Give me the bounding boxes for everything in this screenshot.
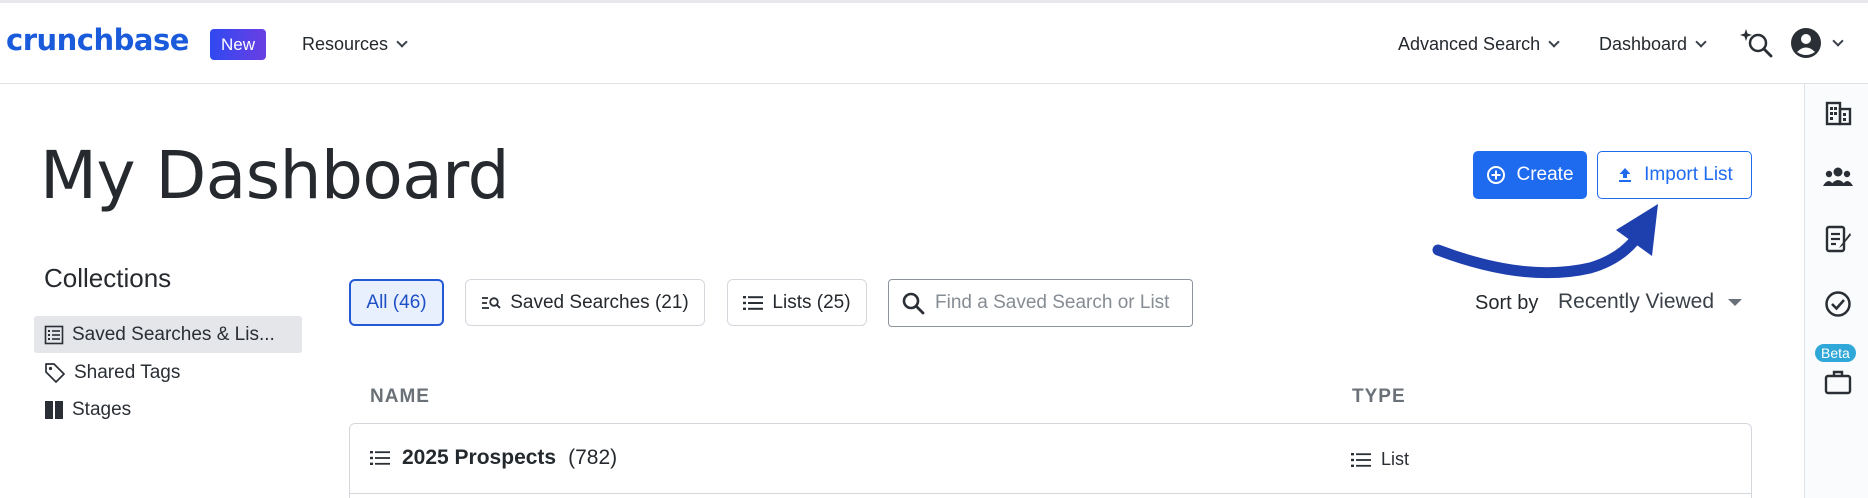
search-icon — [902, 292, 925, 315]
row-name[interactable]: 2025 Prospects — [402, 446, 556, 470]
account-icon — [1791, 28, 1821, 58]
sort-dropdown[interactable]: Recently Viewed — [1558, 290, 1743, 314]
top-nav: crunchbase New Resources Advanced Search… — [0, 0, 1868, 84]
column-header-type[interactable]: TYPE — [1352, 386, 1406, 408]
chevron-down-icon — [1832, 34, 1844, 47]
row-type: List — [1381, 449, 1410, 469]
right-rail: Beta — [1804, 84, 1868, 498]
caret-down-icon — [1728, 298, 1743, 306]
collections-title: Collections — [44, 263, 172, 293]
chevron-down-icon — [396, 36, 408, 48]
tag-icon — [45, 362, 65, 383]
row-count: (782) — [568, 446, 618, 469]
new-badge[interactable]: New — [210, 29, 267, 60]
dashboard-label: Dashboard — [1599, 34, 1688, 54]
upload-icon — [1619, 168, 1632, 182]
notes-icon[interactable] — [1823, 224, 1853, 254]
advanced-search-menu[interactable]: Advanced Search — [1398, 34, 1560, 55]
table-row[interactable]: 2025 Prospects (782) List — [350, 424, 1751, 494]
search-input[interactable] — [935, 292, 1175, 314]
list-icon — [370, 451, 390, 465]
briefcase-icon[interactable] — [1823, 367, 1853, 397]
people-icon[interactable] — [1823, 162, 1853, 192]
collection-shared-tags[interactable]: Shared Tags — [34, 354, 302, 391]
row-type-cell: List — [1351, 449, 1409, 470]
filter-lists[interactable]: Lists (25) — [727, 279, 867, 326]
add-circle-icon — [1487, 166, 1506, 184]
create-label: Create — [1516, 164, 1574, 185]
filter-all-label: All (46) — [366, 291, 427, 313]
beta-badge: Beta — [1815, 344, 1856, 362]
filter-lists-label: Lists (25) — [772, 291, 851, 313]
annotation-arrow — [1432, 204, 1658, 279]
filter-saved-searches-label: Saved Searches (21) — [510, 291, 689, 313]
import-list-button[interactable]: Import List — [1597, 151, 1752, 199]
chevron-down-icon — [1548, 36, 1560, 48]
row-name-cell: 2025 Prospects (782) — [370, 446, 617, 470]
filter-all[interactable]: All (46) — [349, 279, 444, 326]
resources-label: Resources — [302, 34, 389, 54]
collections-table: 2025 Prospects (782) List — [349, 423, 1752, 498]
collection-label: Stages — [72, 398, 132, 420]
sort-value: Recently Viewed — [1558, 290, 1715, 313]
column-header-name[interactable]: NAME — [370, 386, 430, 408]
import-list-label: Import List — [1644, 164, 1733, 185]
collection-search[interactable] — [888, 279, 1193, 327]
sort-label: Sort by — [1475, 292, 1539, 314]
create-button[interactable]: Create — [1473, 151, 1587, 199]
collection-label: Saved Searches & Lis... — [72, 323, 275, 345]
collection-saved-searches-lists[interactable]: Saved Searches & Lis... — [34, 316, 302, 353]
chevron-down-icon — [1695, 36, 1707, 48]
page-title: My Dashboard — [40, 137, 510, 214]
advanced-search-label: Advanced Search — [1398, 34, 1541, 54]
collection-stages[interactable]: Stages — [34, 391, 302, 428]
resources-menu[interactable]: Resources — [302, 34, 408, 55]
account-menu[interactable] — [1790, 27, 1844, 59]
list-box-icon — [44, 325, 64, 344]
building-icon[interactable] — [1823, 98, 1853, 128]
check-circle-icon[interactable] — [1823, 289, 1853, 319]
collection-label: Shared Tags — [74, 361, 181, 383]
search-sparkle-icon[interactable] — [1740, 27, 1774, 61]
list-icon — [1351, 452, 1371, 467]
dashboard-menu[interactable]: Dashboard — [1599, 34, 1707, 55]
list-icon — [743, 295, 764, 310]
columns-icon — [45, 400, 63, 419]
crunchbase-logo[interactable]: crunchbase — [6, 23, 189, 57]
saved-search-icon — [482, 296, 501, 309]
filter-saved-searches[interactable]: Saved Searches (21) — [465, 279, 705, 326]
